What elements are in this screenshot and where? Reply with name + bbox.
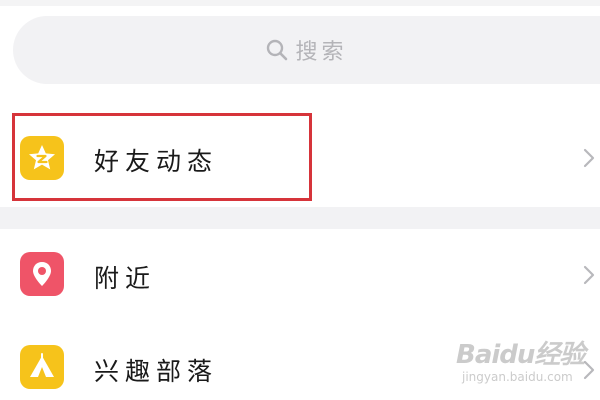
chevron-right-icon xyxy=(583,148,595,168)
baidu-watermark: Baidu经验 jingyan.baidu.com xyxy=(456,334,588,388)
section-divider xyxy=(0,207,600,229)
location-pin-icon xyxy=(20,252,64,296)
list-item-label: 兴趣部落 xyxy=(94,357,219,386)
search-bar[interactable]: 搜索 xyxy=(13,16,600,84)
watermark-logo: Baidu经验 xyxy=(456,340,585,370)
chevron-right-icon xyxy=(583,265,595,285)
tent-icon xyxy=(20,345,64,389)
watermark-url: jingyan.baidu.com xyxy=(462,370,573,384)
highlight-box xyxy=(12,113,312,201)
search-icon xyxy=(267,39,288,61)
list-item-label: 附近 xyxy=(94,264,157,293)
top-strip xyxy=(0,0,600,6)
list-item-nearby[interactable]: 附近 xyxy=(0,229,600,321)
search-inner: 搜索 xyxy=(265,34,347,66)
search-placeholder: 搜索 xyxy=(295,40,348,65)
